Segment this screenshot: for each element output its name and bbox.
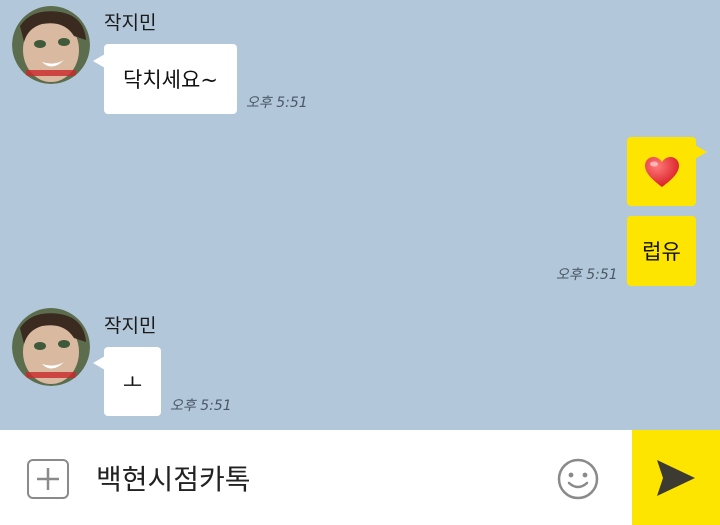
send-arrow-icon	[657, 459, 695, 496]
sender-name: 작지민	[104, 12, 157, 34]
message-composer	[0, 430, 632, 525]
send-button[interactable]	[632, 430, 720, 525]
chat-message-area[interactable]: 작지민 닥치세요~ 오후 5:51 럽유 오후 5:51 작지민 ㅗ 오후 5:…	[0, 0, 720, 430]
message-timestamp: 오후 5:51	[556, 267, 618, 283]
sender-name: 작지민	[104, 315, 157, 337]
heart-icon	[644, 156, 679, 187]
message-timestamp: 오후 5:51	[246, 95, 308, 111]
message-text: 럽유	[642, 240, 681, 264]
avatar[interactable]	[12, 6, 90, 84]
bubble-tail	[695, 145, 707, 159]
message-bubble[interactable]	[627, 137, 696, 206]
emoji-button[interactable]	[556, 457, 600, 501]
message-input[interactable]	[96, 456, 526, 500]
message-bubble[interactable]: 럽유	[627, 216, 696, 286]
avatar[interactable]	[12, 308, 90, 386]
message-bubble[interactable]: 닥치세요~	[104, 44, 237, 114]
message-bubble[interactable]: ㅗ	[104, 347, 161, 416]
smiley-icon	[557, 458, 599, 500]
message-timestamp: 오후 5:51	[170, 398, 232, 414]
message-text: ㅗ	[122, 370, 143, 395]
message-text: 닥치세요~	[123, 68, 218, 92]
attach-button[interactable]	[27, 459, 69, 499]
plus-icon	[37, 468, 59, 490]
